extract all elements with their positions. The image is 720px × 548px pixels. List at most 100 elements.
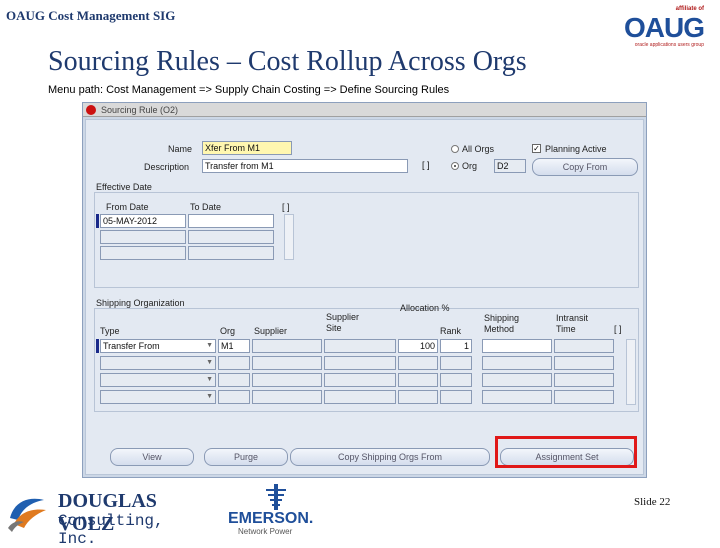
assignment-highlight [495, 436, 637, 468]
org-title: OAUG Cost Management SIG [6, 8, 176, 23]
allocation-cell[interactable]: 100 [398, 339, 438, 353]
org-cell-empty[interactable] [218, 390, 250, 404]
col-supplier-site-1: Supplier [326, 312, 360, 322]
window-titlebar[interactable]: Sourcing Rule (O2) [83, 103, 646, 117]
supplier-site-cell-empty[interactable] [324, 373, 396, 387]
col-rank: Rank [440, 326, 462, 336]
emerson-logo: EMERSON. Network Power [228, 484, 328, 538]
shipping-org-section: Shipping Organization [96, 298, 185, 308]
from-date-header: From Date [106, 202, 149, 212]
to-date-header: To Date [190, 202, 222, 212]
supplier-cell-empty[interactable] [252, 356, 322, 370]
intransit-time-cell[interactable] [554, 339, 614, 353]
intransit-time-cell-empty[interactable] [554, 356, 614, 370]
rank-cell[interactable]: 1 [440, 339, 472, 353]
type-field-empty[interactable]: ▼ [100, 356, 216, 370]
all-orgs-label: All Orgs [462, 144, 495, 154]
rank-cell-empty[interactable] [440, 373, 472, 387]
sourcing-rule-window: Sourcing Rule (O2) Name Xfer From M1 Des… [82, 102, 647, 478]
window-title: Sourcing Rule (O2) [101, 105, 179, 115]
type-field-empty[interactable]: ▼ [100, 390, 216, 404]
supplier-cell[interactable] [252, 339, 322, 353]
emerson-name: EMERSON. [228, 510, 314, 527]
planning-active-checkbox[interactable]: ✓ [532, 144, 541, 153]
shipping-flex[interactable]: [ ] [614, 324, 622, 334]
org-radio[interactable] [451, 162, 459, 170]
from-date-field-empty[interactable] [100, 246, 186, 260]
allocation-cell-empty[interactable] [398, 356, 438, 370]
type-field[interactable]: Transfer From ▼ [100, 339, 216, 353]
dropdown-arrow-icon[interactable]: ▼ [206, 374, 213, 386]
douglas-volz-mark-icon [8, 498, 46, 532]
col-shipping-2: Method [484, 324, 515, 334]
douglas-volz-logo: DOUGLAS VOLZ Consulting, Inc. [6, 490, 196, 548]
col-supplier-site-2: Site [326, 323, 342, 333]
effective-date-scrollbar[interactable] [284, 214, 294, 260]
from-date-field[interactable]: 05-MAY-2012 [100, 214, 186, 228]
oaug-logo-text: OAUG [624, 12, 705, 43]
shipping-scrollbar[interactable] [626, 339, 636, 405]
dropdown-arrow-icon[interactable]: ▼ [206, 340, 213, 352]
shipping-method-cell-empty[interactable] [482, 390, 552, 404]
dropdown-arrow-icon[interactable]: ▼ [206, 391, 213, 403]
emerson-mark-icon [266, 484, 286, 510]
supplier-site-cell-empty[interactable] [324, 390, 396, 404]
org-cell[interactable]: M1 [218, 339, 250, 353]
shipping-method-cell-empty[interactable] [482, 373, 552, 387]
allocation-label: Allocation % [400, 303, 450, 313]
copy-from-button[interactable]: Copy From [532, 158, 638, 176]
org-field[interactable]: D2 [494, 159, 526, 173]
current-record-indicator-2 [96, 339, 99, 353]
description-field[interactable]: Transfer from M1 [202, 159, 408, 173]
shipping-method-cell-empty[interactable] [482, 356, 552, 370]
flex-field[interactable]: [ ] [420, 159, 444, 173]
col-shipping-1: Shipping [484, 313, 520, 323]
supplier-site-cell-empty[interactable] [324, 356, 396, 370]
shipping-method-cell[interactable] [482, 339, 552, 353]
col-supplier: Supplier [254, 326, 288, 336]
to-date-field-empty[interactable] [188, 246, 274, 260]
intransit-time-cell-empty[interactable] [554, 390, 614, 404]
oaug-logo: affiliate of OAUG oracle applications us… [614, 4, 714, 48]
copy-shipping-orgs-button[interactable]: Copy Shipping Orgs From [290, 448, 490, 466]
douglas-volz-sub: Consulting, Inc. [58, 512, 164, 548]
col-org: Org [220, 326, 236, 336]
current-record-indicator [96, 214, 99, 228]
oaug-tagline: oracle applications users group [634, 42, 704, 48]
all-orgs-radio[interactable] [451, 145, 459, 153]
name-field[interactable]: Xfer From M1 [202, 141, 292, 155]
allocation-cell-empty[interactable] [398, 390, 438, 404]
slide-number: Slide 22 [634, 496, 671, 508]
to-date-field-empty[interactable] [188, 230, 274, 244]
view-button[interactable]: View [110, 448, 194, 466]
rank-cell-empty[interactable] [440, 356, 472, 370]
purge-button[interactable]: Purge [204, 448, 288, 466]
type-field-empty[interactable]: ▼ [100, 373, 216, 387]
oracle-icon [86, 105, 96, 115]
dropdown-arrow-icon[interactable]: ▼ [206, 357, 213, 369]
name-label: Name [168, 144, 193, 154]
supplier-site-cell[interactable] [324, 339, 396, 353]
supplier-cell-empty[interactable] [252, 390, 322, 404]
allocation-cell-empty[interactable] [398, 373, 438, 387]
menu-path: Menu path: Cost Management => Supply Cha… [48, 84, 450, 96]
org-label: Org [462, 161, 478, 171]
col-intransit-2: Time [556, 324, 576, 334]
intransit-time-cell-empty[interactable] [554, 373, 614, 387]
col-type: Type [100, 326, 120, 336]
supplier-cell-empty[interactable] [252, 373, 322, 387]
emerson-sub: Network Power [238, 527, 293, 536]
org-cell-empty[interactable] [218, 356, 250, 370]
col-intransit-1: Intransit [556, 313, 589, 323]
from-date-field-empty[interactable] [100, 230, 186, 244]
effective-date-section: Effective Date [96, 182, 152, 192]
slide-title: Sourcing Rules – Cost Rollup Across Orgs [48, 46, 527, 77]
description-label: Description [144, 162, 190, 172]
effective-date-flex[interactable]: [ ] [282, 202, 290, 212]
rank-cell-empty[interactable] [440, 390, 472, 404]
planning-active-label: Planning Active [545, 144, 607, 154]
form-body: Name Xfer From M1 Description Transfer f… [85, 119, 644, 475]
org-cell-empty[interactable] [218, 373, 250, 387]
type-value: Transfer From [103, 341, 160, 351]
to-date-field[interactable] [188, 214, 274, 228]
